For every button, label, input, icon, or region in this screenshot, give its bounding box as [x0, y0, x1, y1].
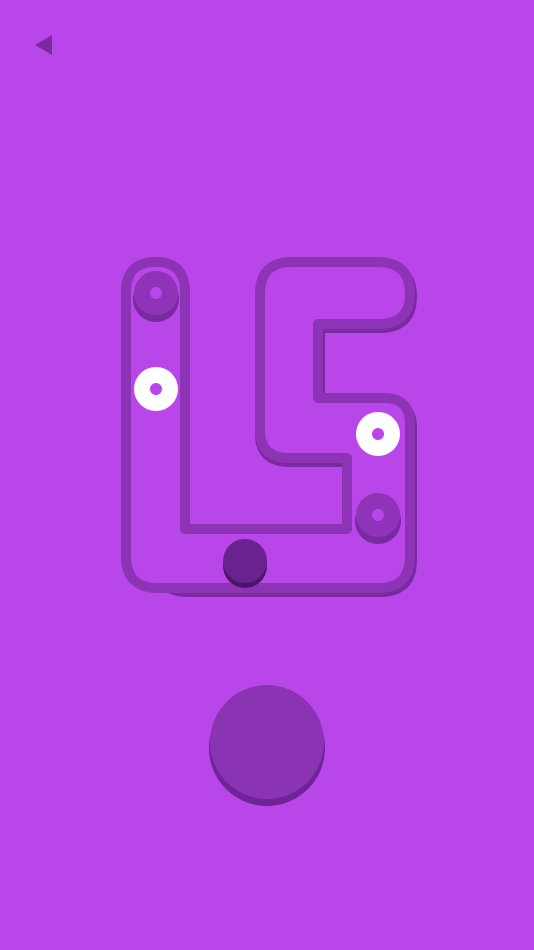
player-ball[interactable] [223, 539, 267, 588]
game-screen [0, 0, 534, 950]
action-button[interactable] [209, 684, 325, 808]
action-button-face [210, 685, 324, 799]
ring-left[interactable] [134, 367, 178, 411]
socket-right-lower[interactable] [355, 493, 401, 544]
ring-right[interactable] [356, 412, 400, 456]
socket-top-left[interactable] [133, 271, 179, 322]
